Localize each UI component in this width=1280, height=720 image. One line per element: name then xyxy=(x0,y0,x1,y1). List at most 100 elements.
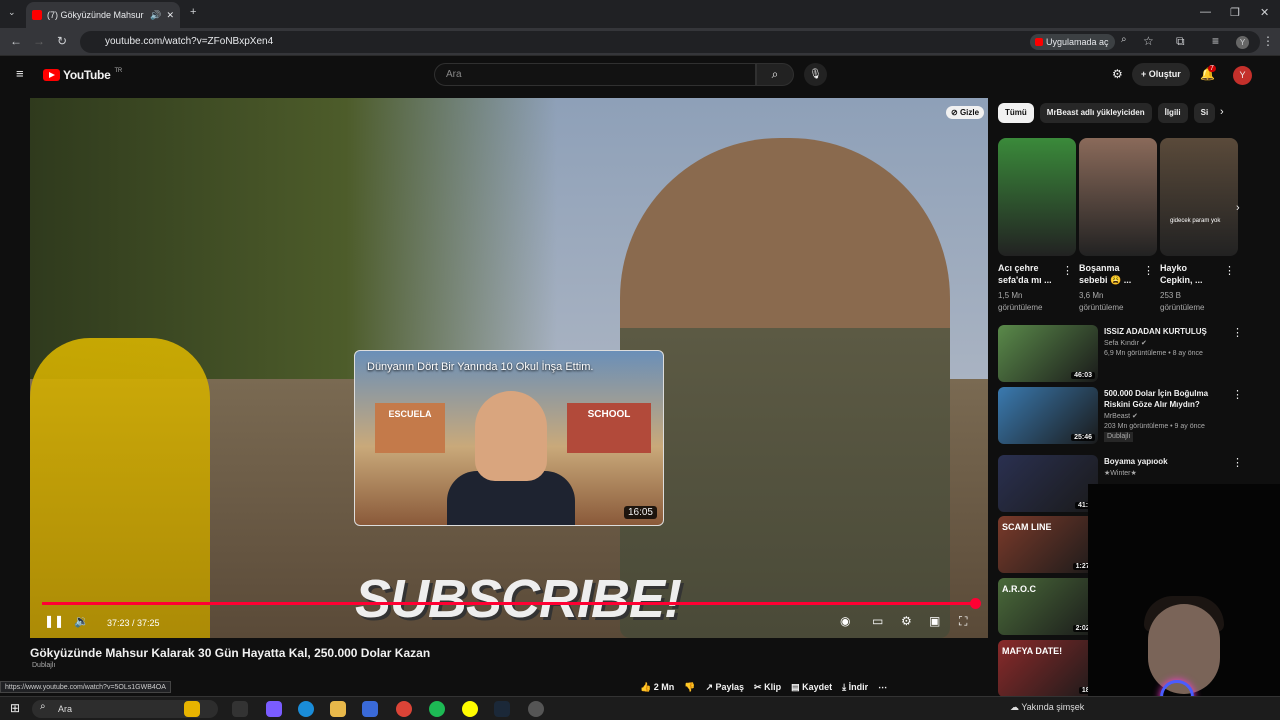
shorts-next-chevron-icon[interactable]: › xyxy=(1236,202,1240,214)
recommendation-menu-icon[interactable]: ⋮ xyxy=(1232,456,1243,469)
subtitles-icon[interactable]: ▭ xyxy=(872,614,883,628)
recommendation-title[interactable]: ISSIZ ADADAN KURTULUŞ xyxy=(1104,326,1228,337)
reload-icon[interactable]: ↻ xyxy=(57,34,67,48)
short-views: 1,5 Mn görüntüleme xyxy=(998,291,1043,312)
video-actions: 👍 2 Mn 👎 ↗ Paylaş ✂ Klip ▤ Kaydet ⤓ İndi… xyxy=(640,682,887,696)
media-control-icon[interactable]: ≡ xyxy=(1212,34,1219,48)
tab-audio-icon[interactable]: 🔊 xyxy=(150,10,161,21)
short-thumbnail[interactable] xyxy=(1079,138,1157,256)
chip-from-uploader[interactable]: MrBeast adlı yükleyiciden xyxy=(1039,103,1152,123)
autoplay-toggle-icon[interactable]: ◉ xyxy=(840,614,850,628)
recommendation-menu-icon[interactable]: ⋮ xyxy=(1232,388,1243,401)
back-icon[interactable]: ← xyxy=(10,34,22,48)
short-menu-icon[interactable]: ⋮ xyxy=(1062,264,1073,277)
copilot-sparkle-icon[interactable] xyxy=(184,701,200,717)
obs-icon[interactable] xyxy=(528,701,544,717)
recommendation-thumbnail[interactable]: A.R.O.C 2:02: xyxy=(998,578,1098,635)
steam-icon[interactable] xyxy=(494,701,510,717)
chip-related[interactable]: İlgili xyxy=(1157,103,1188,123)
recommendation-channel[interactable]: Sefa Kındır ✔ xyxy=(1104,339,1147,349)
hamburger-menu-icon[interactable]: ≡ xyxy=(16,66,24,81)
taskbar-search-text: Ara xyxy=(58,704,73,714)
share-button[interactable]: ↗ Paylaş xyxy=(705,682,744,696)
recommendation-thumbnail[interactable]: MAFYA DATE! 18: xyxy=(998,640,1098,697)
edge-icon[interactable] xyxy=(298,701,314,717)
profile-icon[interactable]: Y xyxy=(1236,36,1249,49)
task-view-icon[interactable] xyxy=(232,701,248,717)
recommendation-thumbnail[interactable]: 46:03 xyxy=(998,325,1098,382)
chip-partial[interactable]: Si xyxy=(1193,103,1216,123)
recommendation-thumbnail[interactable]: 25:46 xyxy=(998,387,1098,444)
recommendation-channel[interactable]: MrBeast ✔ xyxy=(1104,412,1138,422)
settings-gear-icon[interactable]: ⚙ xyxy=(901,614,912,628)
browser-tab[interactable]: (7) Gökyüzünde Mahsur Kal 🔊 ✕ xyxy=(26,2,180,28)
chevron-right-icon[interactable]: › xyxy=(1220,106,1224,118)
chip-all[interactable]: Tümü xyxy=(998,103,1034,123)
end-screen-video-card[interactable]: ESCUELA SCHOOL Dünyanın Dört Bir Yanında… xyxy=(354,350,664,526)
save-button[interactable]: ▤ Kaydet xyxy=(791,682,832,696)
create-button[interactable]: + Oluştur xyxy=(1132,63,1190,86)
short-title[interactable]: Boşanma sebebi 😩 ... xyxy=(1079,262,1139,286)
file-explorer-icon[interactable] xyxy=(330,701,346,717)
clip-label: Klip xyxy=(764,682,782,692)
window-close-icon[interactable]: ✕ xyxy=(1260,6,1269,19)
short-thumbnail[interactable] xyxy=(998,138,1076,256)
tab-close-icon[interactable]: ✕ xyxy=(166,10,174,21)
short-title[interactable]: Acı çehre sefa'da mı ... xyxy=(998,262,1058,286)
voice-search-button[interactable]: 🎙 xyxy=(804,63,827,86)
player-controls: ❚❚ 🔉 37:23 / 37:25 ◉ ▭ ⚙ ▣ ⛶ xyxy=(30,608,988,638)
fullscreen-icon[interactable]: ⛶ xyxy=(959,614,967,629)
volume-icon[interactable]: 🔉 xyxy=(74,614,89,628)
recommendation-channel[interactable]: ★Winter★ xyxy=(1104,469,1137,479)
minimize-icon[interactable]: — xyxy=(1200,6,1211,18)
search-icon: ⌕ xyxy=(771,67,779,81)
zoom-icon[interactable]: ⌕ xyxy=(1121,34,1127,45)
recommendation-thumbnail[interactable]: 41:2 xyxy=(998,455,1098,512)
clip-button[interactable]: ✂ Klip xyxy=(754,682,781,696)
more-actions-icon[interactable]: ⋯ xyxy=(878,682,887,696)
short-menu-icon[interactable]: ⋮ xyxy=(1143,264,1154,277)
spotify-icon[interactable] xyxy=(429,701,445,717)
tab-search-icon[interactable]: ⌄ xyxy=(8,7,16,18)
account-avatar[interactable]: Y xyxy=(1233,66,1252,85)
open-in-app-button[interactable]: Uygulamada aç xyxy=(1030,34,1115,50)
restore-icon[interactable]: ❐ xyxy=(1230,6,1240,19)
store-icon[interactable] xyxy=(362,701,378,717)
mic-icon: 🎙 xyxy=(809,69,822,80)
snapchat-icon[interactable] xyxy=(462,701,478,717)
copilot-icon[interactable] xyxy=(266,701,282,717)
search-input[interactable]: Ara xyxy=(434,63,756,86)
extensions-icon[interactable]: ⧉ xyxy=(1176,34,1185,49)
chrome-icon[interactable] xyxy=(396,701,412,717)
cast-icon[interactable]: ⚙ xyxy=(1112,67,1123,81)
recommendation-title[interactable]: 500.000 Dolar İçin Boğulma Riskini Göze … xyxy=(1104,388,1228,410)
progress-bar[interactable] xyxy=(42,598,981,609)
like-button[interactable]: 👍 2 Mn xyxy=(640,682,674,696)
miniplayer-icon[interactable]: ▣ xyxy=(929,614,940,628)
recommendation-meta: 6,9 Mn görüntüleme • 8 ay önce xyxy=(1104,350,1203,357)
youtube-play-icon xyxy=(43,69,60,81)
forward-icon[interactable]: → xyxy=(33,34,45,48)
new-tab-icon[interactable]: + xyxy=(190,6,196,18)
youtube-logo[interactable]: YouTube TR xyxy=(43,68,122,82)
pause-icon[interactable]: ❚❚ xyxy=(44,614,64,628)
short-menu-icon[interactable]: ⋮ xyxy=(1224,264,1235,277)
browser-menu-icon[interactable]: ⋮ xyxy=(1262,34,1274,48)
bookmark-star-icon[interactable]: ☆ xyxy=(1143,34,1154,48)
windows-start-icon[interactable]: ⊞ xyxy=(10,701,20,715)
dislike-button[interactable]: 👎 xyxy=(684,682,695,696)
taskbar-search-icon: ⌕ xyxy=(40,701,46,712)
search-button[interactable]: ⌕ xyxy=(756,63,794,86)
recommendation-duration: 25:46 xyxy=(1071,434,1095,441)
video-player[interactable]: ⊘ Gizle ESCUELA SCHOOL Dünyanın Dört Bir… xyxy=(30,98,988,638)
recommendation-thumbnail[interactable]: SCAM LINE 1:27: xyxy=(998,516,1098,573)
short-caption: gidecek param yok xyxy=(1170,218,1221,224)
short-title[interactable]: Hayko Cepkin, ... xyxy=(1160,262,1220,286)
weather-widget[interactable]: ☁ Yakında şimşek xyxy=(1010,702,1084,713)
thumbnail-label: SCAM LINE xyxy=(1002,522,1052,532)
hide-overlay-button[interactable]: ⊘ Gizle xyxy=(946,106,985,119)
recommendation-menu-icon[interactable]: ⋮ xyxy=(1232,326,1243,339)
recommendation-title[interactable]: Boyama yapıook xyxy=(1104,456,1228,467)
short-thumbnail[interactable]: gidecek param yok xyxy=(1160,138,1238,256)
download-button[interactable]: ⤓ İndir xyxy=(842,682,868,696)
